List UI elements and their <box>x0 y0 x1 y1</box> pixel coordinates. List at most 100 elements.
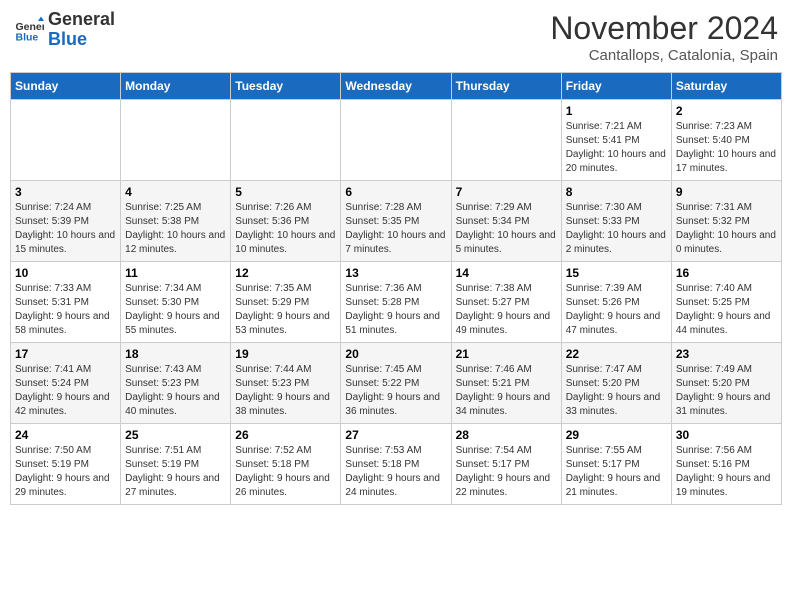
day-number: 1 <box>566 104 667 118</box>
day-number: 15 <box>566 266 667 280</box>
calendar-cell: 30 Sunrise: 7:56 AM Sunset: 5:16 PM Dayli… <box>671 424 781 505</box>
day-info: Sunrise: 7:23 AM Sunset: 5:40 PM Dayligh… <box>676 120 777 176</box>
day-number: 10 <box>15 266 116 280</box>
day-number: 26 <box>235 428 336 442</box>
calendar-cell: 3 Sunrise: 7:24 AM Sunset: 5:39 PM Daylig… <box>11 181 121 262</box>
calendar-cell: 29 Sunrise: 7:55 AM Sunset: 5:17 PM Dayli… <box>561 424 671 505</box>
day-header-thursday: Thursday <box>451 73 561 100</box>
day-number: 30 <box>676 428 777 442</box>
day-info: Sunrise: 7:31 AM Sunset: 5:32 PM Dayligh… <box>676 201 777 257</box>
day-info: Sunrise: 7:46 AM Sunset: 5:21 PM Dayligh… <box>456 363 557 419</box>
calendar-cell <box>341 100 451 181</box>
svg-text:Blue: Blue <box>16 31 39 43</box>
day-info: Sunrise: 7:35 AM Sunset: 5:29 PM Dayligh… <box>235 282 336 338</box>
day-header-wednesday: Wednesday <box>341 73 451 100</box>
logo-line1: General <box>48 10 115 30</box>
title-area: November 2024 Cantallops, Catalonia, Spa… <box>550 10 778 64</box>
day-number: 4 <box>125 185 226 199</box>
day-info: Sunrise: 7:53 AM Sunset: 5:18 PM Dayligh… <box>345 444 446 500</box>
day-info: Sunrise: 7:21 AM Sunset: 5:41 PM Dayligh… <box>566 120 667 176</box>
header: General Blue General Blue November 2024 … <box>10 10 782 64</box>
day-number: 19 <box>235 347 336 361</box>
day-info: Sunrise: 7:36 AM Sunset: 5:28 PM Dayligh… <box>345 282 446 338</box>
calendar-cell: 8 Sunrise: 7:30 AM Sunset: 5:33 PM Daylig… <box>561 181 671 262</box>
day-header-tuesday: Tuesday <box>231 73 341 100</box>
day-number: 20 <box>345 347 446 361</box>
logo-line2: Blue <box>48 30 115 50</box>
day-number: 24 <box>15 428 116 442</box>
day-info: Sunrise: 7:44 AM Sunset: 5:23 PM Dayligh… <box>235 363 336 419</box>
calendar-cell: 21 Sunrise: 7:46 AM Sunset: 5:21 PM Dayli… <box>451 343 561 424</box>
day-number: 17 <box>15 347 116 361</box>
day-info: Sunrise: 7:51 AM Sunset: 5:19 PM Dayligh… <box>125 444 226 500</box>
calendar-cell: 14 Sunrise: 7:38 AM Sunset: 5:27 PM Dayli… <box>451 262 561 343</box>
day-number: 3 <box>15 185 116 199</box>
day-number: 8 <box>566 185 667 199</box>
calendar-cell: 13 Sunrise: 7:36 AM Sunset: 5:28 PM Dayli… <box>341 262 451 343</box>
calendar-cell: 15 Sunrise: 7:39 AM Sunset: 5:26 PM Dayli… <box>561 262 671 343</box>
day-info: Sunrise: 7:45 AM Sunset: 5:22 PM Dayligh… <box>345 363 446 419</box>
day-info: Sunrise: 7:55 AM Sunset: 5:17 PM Dayligh… <box>566 444 667 500</box>
logo: General Blue General Blue <box>14 10 115 50</box>
calendar-cell: 4 Sunrise: 7:25 AM Sunset: 5:38 PM Daylig… <box>121 181 231 262</box>
calendar-cell: 26 Sunrise: 7:52 AM Sunset: 5:18 PM Dayli… <box>231 424 341 505</box>
day-info: Sunrise: 7:49 AM Sunset: 5:20 PM Dayligh… <box>676 363 777 419</box>
day-number: 16 <box>676 266 777 280</box>
location: Cantallops, Catalonia, Spain <box>550 47 778 64</box>
calendar-cell: 28 Sunrise: 7:54 AM Sunset: 5:17 PM Dayli… <box>451 424 561 505</box>
day-number: 25 <box>125 428 226 442</box>
day-info: Sunrise: 7:28 AM Sunset: 5:35 PM Dayligh… <box>345 201 446 257</box>
day-info: Sunrise: 7:24 AM Sunset: 5:39 PM Dayligh… <box>15 201 116 257</box>
day-info: Sunrise: 7:54 AM Sunset: 5:17 PM Dayligh… <box>456 444 557 500</box>
day-info: Sunrise: 7:39 AM Sunset: 5:26 PM Dayligh… <box>566 282 667 338</box>
month-title: November 2024 <box>550 10 778 47</box>
day-number: 14 <box>456 266 557 280</box>
calendar-week-row: 24 Sunrise: 7:50 AM Sunset: 5:19 PM Dayli… <box>11 424 782 505</box>
calendar-week-row: 17 Sunrise: 7:41 AM Sunset: 5:24 PM Dayli… <box>11 343 782 424</box>
day-header-friday: Friday <box>561 73 671 100</box>
calendar-cell: 25 Sunrise: 7:51 AM Sunset: 5:19 PM Dayli… <box>121 424 231 505</box>
calendar-cell: 1 Sunrise: 7:21 AM Sunset: 5:41 PM Daylig… <box>561 100 671 181</box>
day-number: 23 <box>676 347 777 361</box>
calendar-cell: 6 Sunrise: 7:28 AM Sunset: 5:35 PM Daylig… <box>341 181 451 262</box>
day-info: Sunrise: 7:38 AM Sunset: 5:27 PM Dayligh… <box>456 282 557 338</box>
day-info: Sunrise: 7:52 AM Sunset: 5:18 PM Dayligh… <box>235 444 336 500</box>
day-number: 11 <box>125 266 226 280</box>
day-info: Sunrise: 7:56 AM Sunset: 5:16 PM Dayligh… <box>676 444 777 500</box>
calendar-week-row: 1 Sunrise: 7:21 AM Sunset: 5:41 PM Daylig… <box>11 100 782 181</box>
calendar-cell: 27 Sunrise: 7:53 AM Sunset: 5:18 PM Dayli… <box>341 424 451 505</box>
day-number: 6 <box>345 185 446 199</box>
day-number: 27 <box>345 428 446 442</box>
day-number: 13 <box>345 266 446 280</box>
day-number: 5 <box>235 185 336 199</box>
calendar-cell: 18Sunrise: 7:43 AM Sunset: 5:23 PM Dayli… <box>121 343 231 424</box>
day-number: 28 <box>456 428 557 442</box>
day-info: Sunrise: 7:50 AM Sunset: 5:19 PM Dayligh… <box>15 444 116 500</box>
day-info: Sunrise: 7:25 AM Sunset: 5:38 PM Dayligh… <box>125 201 226 257</box>
day-info: Sunrise: 7:47 AM Sunset: 5:20 PM Dayligh… <box>566 363 667 419</box>
calendar-cell: 11 Sunrise: 7:34 AM Sunset: 5:30 PM Dayli… <box>121 262 231 343</box>
calendar-week-row: 10 Sunrise: 7:33 AM Sunset: 5:31 PM Dayli… <box>11 262 782 343</box>
day-info: Sunrise: 7:33 AM Sunset: 5:31 PM Dayligh… <box>15 282 116 338</box>
day-number: 29 <box>566 428 667 442</box>
calendar-week-row: 3 Sunrise: 7:24 AM Sunset: 5:39 PM Daylig… <box>11 181 782 262</box>
calendar-cell <box>231 100 341 181</box>
calendar-cell <box>11 100 121 181</box>
calendar-cell: 20 Sunrise: 7:45 AM Sunset: 5:22 PM Dayli… <box>341 343 451 424</box>
day-info: Sunrise: 7:26 AM Sunset: 5:36 PM Dayligh… <box>235 201 336 257</box>
day-info: Sunrise: 7:41 AM Sunset: 5:24 PM Dayligh… <box>15 363 116 419</box>
day-header-sunday: Sunday <box>11 73 121 100</box>
day-info: Sunrise: 7:34 AM Sunset: 5:30 PM Dayligh… <box>125 282 226 338</box>
calendar-cell: 17 Sunrise: 7:41 AM Sunset: 5:24 PM Dayli… <box>11 343 121 424</box>
day-number: 22 <box>566 347 667 361</box>
day-info: Sunrise: 7:30 AM Sunset: 5:33 PM Dayligh… <box>566 201 667 257</box>
day-number: 21 <box>456 347 557 361</box>
calendar-header-row: SundayMondayTuesdayWednesdayThursdayFrid… <box>11 73 782 100</box>
day-number: 2 <box>676 104 777 118</box>
day-header-monday: Monday <box>121 73 231 100</box>
day-info: Sunrise: 7:43 AM Sunset: 5:23 PM Dayligh… <box>125 363 226 419</box>
day-number: 7 <box>456 185 557 199</box>
calendar-cell: 16 Sunrise: 7:40 AM Sunset: 5:25 PM Dayli… <box>671 262 781 343</box>
day-info: Sunrise: 7:40 AM Sunset: 5:25 PM Dayligh… <box>676 282 777 338</box>
day-header-saturday: Saturday <box>671 73 781 100</box>
